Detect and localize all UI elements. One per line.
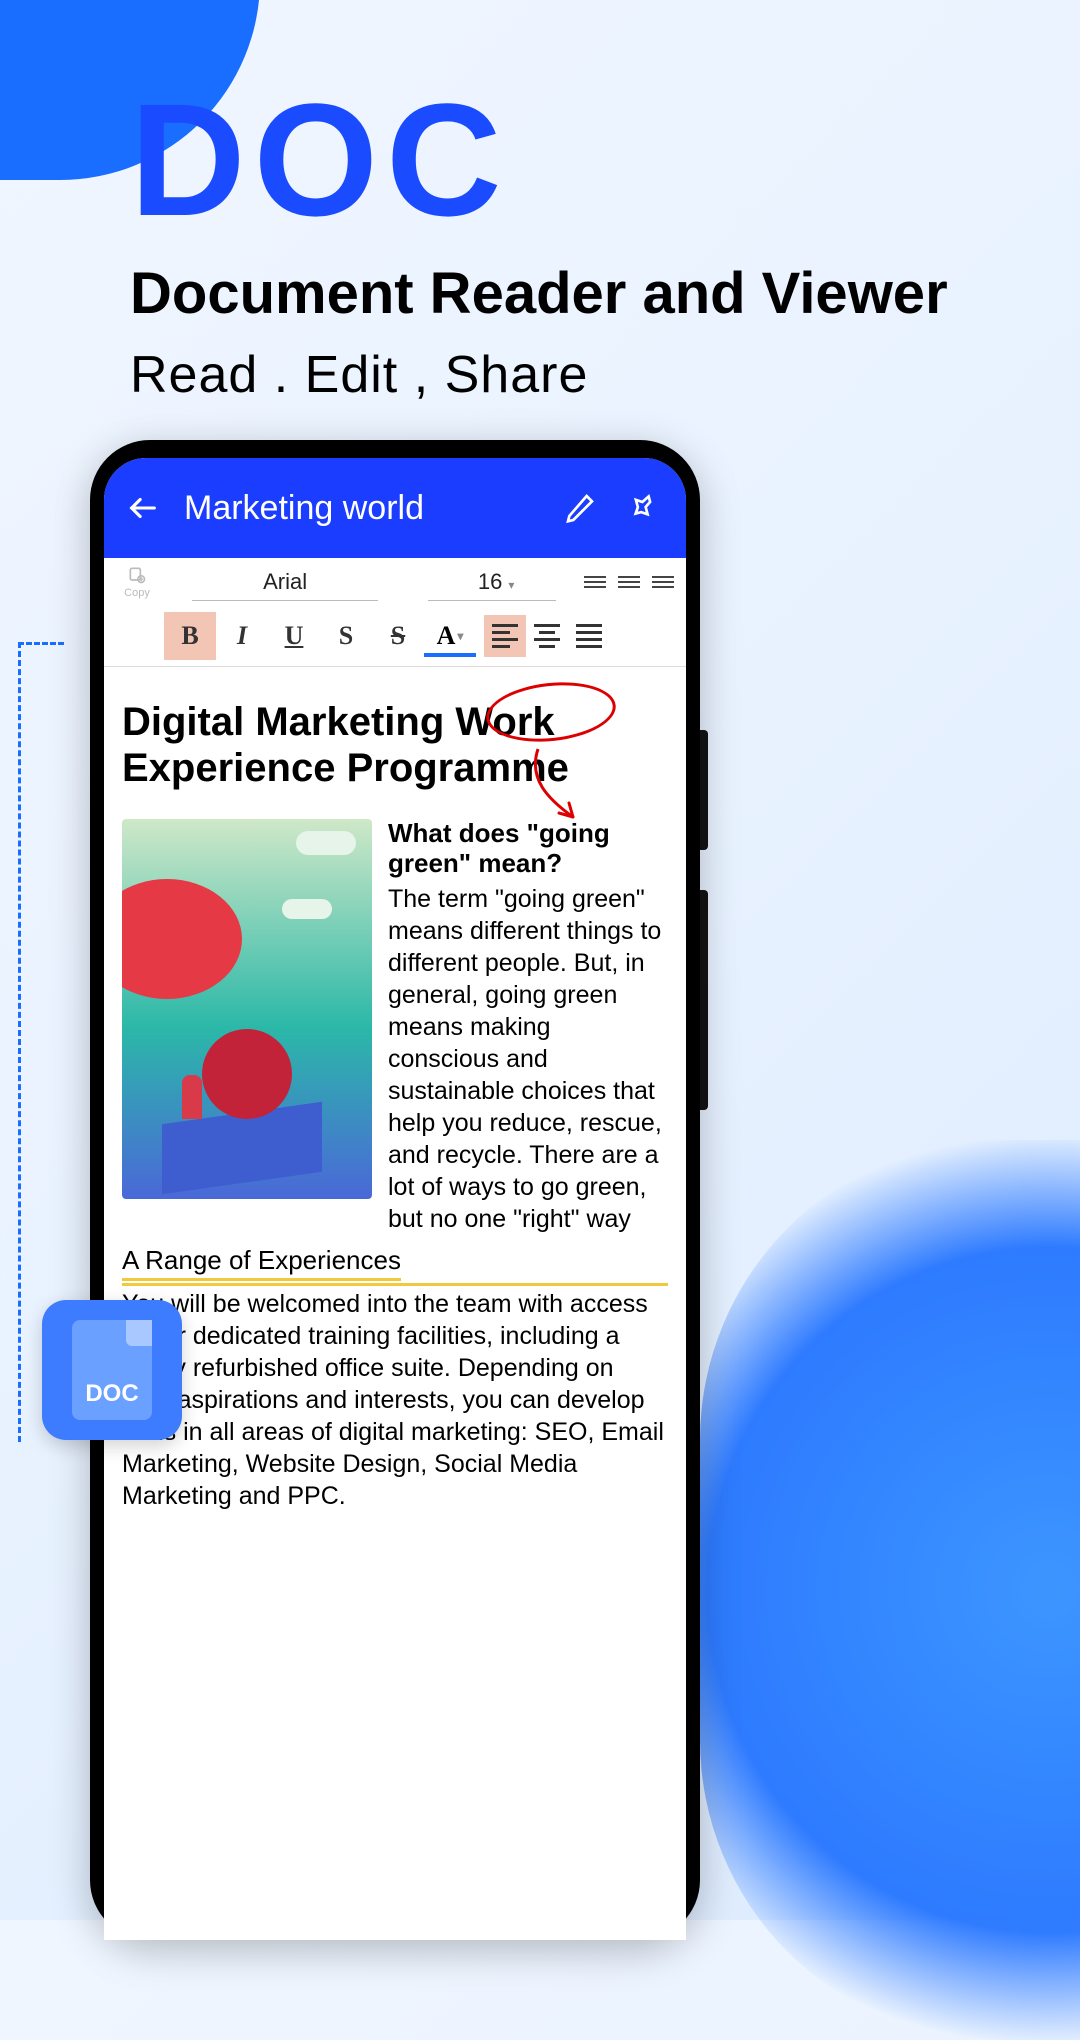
document-title-header: Marketing world [184, 489, 540, 528]
back-button[interactable] [126, 491, 166, 525]
style-s-button[interactable]: S [320, 612, 372, 660]
italic-button[interactable]: I [216, 612, 268, 660]
pin-button[interactable] [620, 492, 664, 524]
font-size-select[interactable]: 16▾ [408, 569, 584, 595]
align-justify-button[interactable] [568, 615, 610, 657]
doc-image [122, 819, 372, 1235]
numbered-list-button[interactable] [584, 571, 606, 593]
bold-button[interactable]: B [164, 612, 216, 660]
annotation-arrow-icon [518, 739, 598, 829]
underline-button[interactable]: U [268, 612, 320, 660]
doc-section-body: You will be welcomed into the team with … [122, 1283, 668, 1512]
edit-button[interactable] [558, 492, 602, 524]
bullet-list-button[interactable] [618, 571, 640, 593]
font-family-select[interactable]: Arial [162, 569, 408, 595]
format-toolbar: Copy Arial 16▾ B I U S S A [104, 558, 686, 667]
settings-list-button[interactable] [652, 571, 674, 593]
phone-mockup: Marketing world Copy Arial 16▾ [90, 440, 700, 1940]
doc-section-title: A Range of Experiences [122, 1245, 401, 1281]
promo-block: DOC Document Reader and Viewer Read . Ed… [130, 80, 948, 405]
document-body[interactable]: Digital Marketing Work Experience Progra… [104, 667, 686, 1940]
pin-icon [626, 492, 658, 524]
app-screen: Marketing world Copy Arial 16▾ [104, 458, 686, 1940]
align-left-button[interactable] [484, 615, 526, 657]
promo-title: DOC [130, 80, 948, 240]
promo-tagline: Read . Edit , Share [130, 345, 948, 405]
pencil-icon [564, 492, 596, 524]
doc-badge: DOC [42, 1300, 182, 1440]
illustration-placeholder [122, 819, 372, 1199]
copy-button[interactable]: Copy [112, 562, 162, 602]
doc-badge-label: DOC [85, 1380, 138, 1408]
phone-side-button [700, 890, 708, 1110]
align-center-button[interactable] [526, 615, 568, 657]
copy-icon [125, 565, 149, 585]
bg-decor-bottom-right [700, 1140, 1080, 2040]
arrow-left-icon [126, 491, 160, 525]
doc-paragraph: The term "going green" means different t… [388, 883, 668, 1235]
promo-subtitle: Document Reader and Viewer [130, 260, 948, 327]
doc-heading: Digital Marketing Work Experience Progra… [122, 699, 668, 791]
phone-side-button [700, 730, 708, 850]
strikethrough-button[interactable]: S [372, 612, 424, 660]
font-color-button[interactable]: A [424, 619, 476, 657]
app-header: Marketing world [104, 458, 686, 558]
